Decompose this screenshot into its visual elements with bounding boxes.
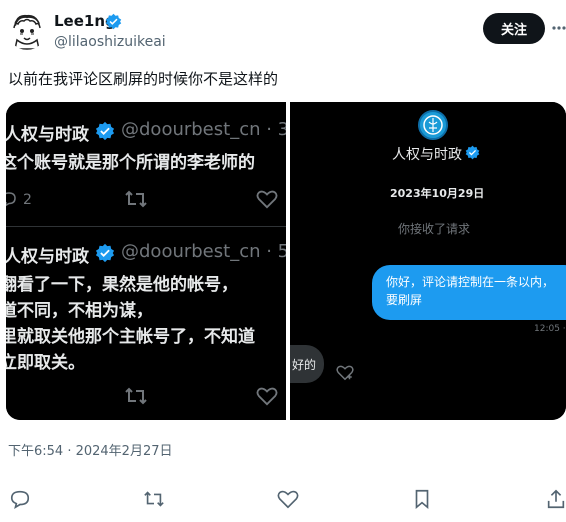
dm-accepted-request: 你接收了请求 [398,222,471,236]
quoted-post-name: 人权与时政 [6,247,89,267]
retweet-icon [125,387,147,405]
quoted-post-handle: @doourbest_cn · 5 [121,241,286,262]
follow-button[interactable]: 关注 [483,13,545,44]
dm-message-line: 要刷屏 [386,293,423,307]
quoted-post-line: 立即取关。 [6,353,85,373]
dm-message-time: 12:05 · E [534,324,566,334]
reply-count: 2 [23,192,32,208]
quoted-post-line: 翻看了一下，果然是他的帐号， [6,275,238,295]
quoted-post-text: 这个账号就是那个所谓的李老师的 [6,153,255,173]
like-icon[interactable] [277,488,299,510]
like-icon [256,190,278,209]
quoted-post-line: 里就取关他那个主帐号了，不知道 [6,327,255,347]
dm-reply-text: 好的 [292,358,317,372]
bookmark-icon[interactable] [411,488,433,510]
author-handle[interactable]: @lilaoshizuikeai [54,34,166,50]
media-image-right[interactable]: 人权与时政 2023年10月29日 你接收了请求 你好，评论请控制在一条以内， … [290,102,566,420]
share-icon[interactable] [545,488,566,510]
avatar[interactable] [8,12,46,50]
verified-badge-icon [95,121,115,141]
retweet-icon[interactable] [143,488,165,510]
dm-reply-bubble: 好的 [290,345,324,383]
verified-badge-icon [465,145,480,160]
retweet-icon [125,190,147,208]
reply-icon[interactable] [9,488,31,510]
tweet-media[interactable]: 人权与时政 @doourbest_cn · 3 这个账号就是那个所谓的李老师的 … [6,102,566,420]
quoted-post-name: 人权与时政 [6,125,89,145]
tweet-text: 以前在我评论区刷屏的时候你不是这样的 [8,70,279,88]
quoted-post-line: 道不同，不相为谋， [6,301,153,321]
quoted-post-handle: @doourbest_cn · 3 [121,119,286,140]
divider [6,226,286,227]
profile-avatar [418,110,448,140]
action-bar [0,486,566,514]
dm-message-bubble: 你好，评论请控制在一条以内， 要刷屏 [372,265,566,320]
more-icon[interactable] [552,20,566,36]
dm-date: 2023年10月29日 [390,187,485,200]
add-reaction-icon [336,365,354,381]
reply-icon [6,192,16,207]
tweet-timestamp[interactable]: 下午6:54 · 2024年2月27日 [8,440,173,459]
like-icon [256,387,278,406]
tweet-header: Lee1ng @lilaoshizuikeai 关注 [0,0,566,60]
media-image-left[interactable]: 人权与时政 @doourbest_cn · 3 这个账号就是那个所谓的李老师的 … [6,102,286,420]
dm-message-line: 你好，评论请控制在一条以内， [386,275,555,289]
verified-badge-icon [95,243,115,263]
verified-badge-icon [105,13,122,30]
dm-profile-name: 人权与时政 [392,147,462,163]
